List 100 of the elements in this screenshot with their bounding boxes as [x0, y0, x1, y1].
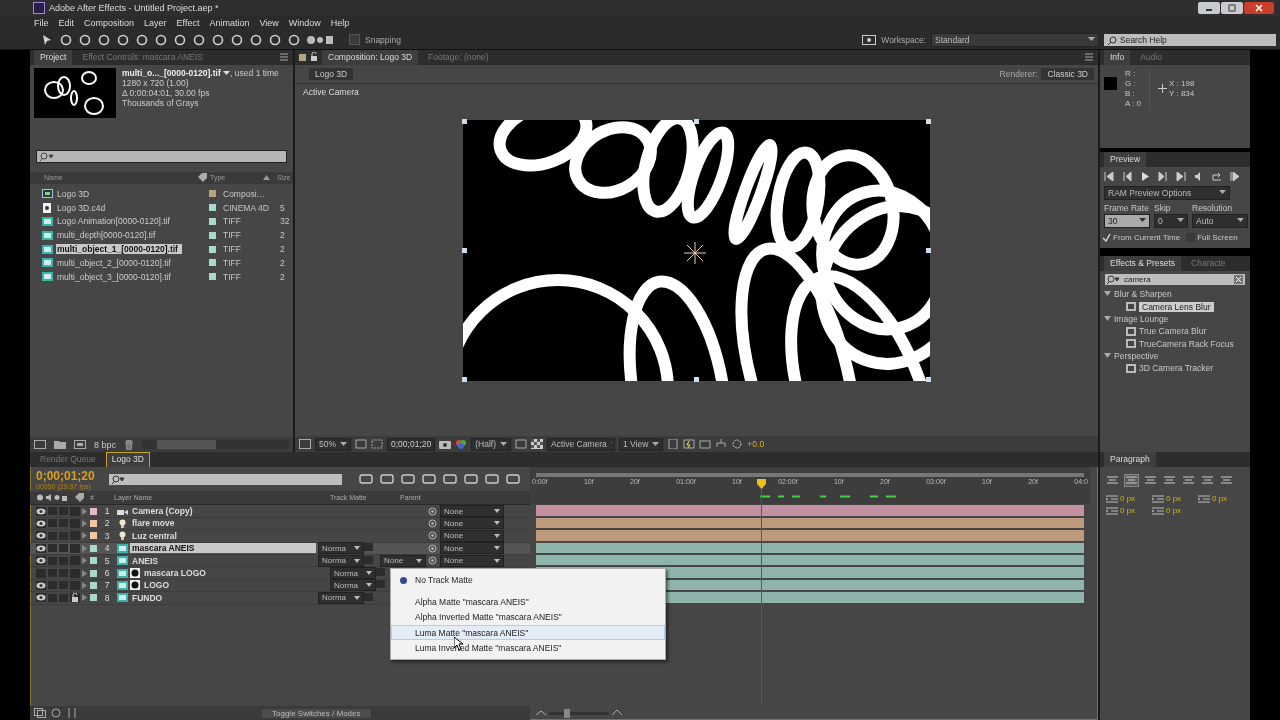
- blend-mode-dropdown[interactable]: Norma: [330, 567, 376, 580]
- panel-menu-icon[interactable]: [1082, 53, 1094, 62]
- blend-mode-dropdown[interactable]: Norma: [330, 579, 376, 592]
- layer-name[interactable]: Luz central: [130, 530, 316, 541]
- indent-field[interactable]: 0 px: [1166, 506, 1182, 516]
- menu-item[interactable]: Alpha Inverted Matte "mascara ANEIS": [391, 609, 665, 625]
- toggle-switches-modes-button[interactable]: Toggle Switches / Modes: [262, 708, 371, 718]
- parent-dropdown[interactable]: None: [440, 517, 504, 530]
- label-color-swatch[interactable]: [90, 569, 97, 577]
- visibility-switch[interactable]: [36, 580, 46, 590]
- checkerboard-icon[interactable]: [531, 439, 543, 450]
- first-frame-icon[interactable]: [1104, 171, 1114, 181]
- menu-item[interactable]: Luma Inverted Matte "mascara ANEIS": [391, 640, 665, 656]
- project-item[interactable]: Logo 3D.c4d: [56, 202, 206, 213]
- visibility-switch[interactable]: [36, 593, 46, 603]
- scrollbar[interactable]: [142, 440, 289, 450]
- menu-item[interactable]: Effect: [176, 18, 200, 29]
- layer-row[interactable]: 5 ANEIS Norma None None: [30, 554, 530, 568]
- zoom-out-icon[interactable]: [536, 709, 546, 717]
- timeline-icon[interactable]: [699, 439, 712, 450]
- label-color-swatch[interactable]: [90, 557, 97, 565]
- mask-visibility-icon[interactable]: [371, 439, 383, 450]
- layer-row[interactable]: 2 flare move None: [30, 517, 530, 531]
- parent-dropdown[interactable]: None: [440, 505, 504, 518]
- layer-name[interactable]: ANEIS: [130, 555, 316, 566]
- visibility-switch[interactable]: [36, 531, 46, 541]
- resolution-dropdown[interactable]: (Half): [471, 437, 511, 451]
- safe-zones-icon[interactable]: [355, 439, 367, 450]
- alignment-button[interactable]: [1220, 475, 1233, 487]
- lock-switch[interactable]: [70, 593, 80, 603]
- label-color-swatch[interactable]: [209, 245, 216, 253]
- frame-rate-dropdown[interactable]: 30: [1104, 213, 1150, 228]
- close-button[interactable]: [1244, 2, 1274, 14]
- visibility-switch[interactable]: [36, 568, 46, 578]
- project-item[interactable]: multi_object_2_[0000-0120].tif: [56, 257, 206, 268]
- checkbox[interactable]: [1102, 232, 1111, 242]
- menu-item[interactable]: Window: [288, 18, 321, 29]
- alignment-button[interactable]: [1106, 475, 1119, 487]
- pixel-aspect-icon[interactable]: [667, 439, 680, 450]
- current-time-field[interactable]: 0;00;01;20: [387, 437, 436, 451]
- label-color-swatch[interactable]: [209, 204, 216, 212]
- panel-tab[interactable]: Paragraph: [1104, 452, 1156, 468]
- next-frame-icon[interactable]: [1158, 171, 1168, 181]
- search-field[interactable]: Search Help: [1104, 33, 1276, 46]
- label-color-swatch[interactable]: [209, 231, 216, 239]
- project-item[interactable]: multi_depth[0000-0120].tif: [56, 230, 206, 241]
- menu-item[interactable]: File: [34, 18, 49, 29]
- fast-previews-icon[interactable]: [683, 439, 696, 450]
- label-color-swatch[interactable]: [90, 594, 97, 602]
- resolution-dropdown[interactable]: Auto: [1192, 213, 1248, 228]
- label-color-swatch[interactable]: [90, 532, 97, 540]
- layer-name[interactable]: flare move: [130, 518, 316, 529]
- label-color-swatch[interactable]: [90, 519, 97, 527]
- lock-switch[interactable]: [70, 518, 80, 528]
- label-color-swatch[interactable]: [90, 507, 97, 515]
- indent-field[interactable]: 0 px: [1120, 506, 1136, 516]
- lock-switch[interactable]: [70, 556, 80, 566]
- visibility-switch[interactable]: [36, 543, 46, 553]
- playhead[interactable]: [756, 479, 766, 490]
- menu-item[interactable]: Layer: [144, 18, 167, 29]
- panel-tab[interactable]: Preview: [1104, 151, 1147, 167]
- color-channels-icon[interactable]: [455, 439, 468, 450]
- menu-item[interactable]: View: [259, 18, 279, 29]
- axis-mode-icon[interactable]: [306, 33, 334, 46]
- menu-item[interactable]: Edit: [58, 18, 75, 29]
- maximize-button[interactable]: [1221, 2, 1243, 14]
- magnification-dropdown[interactable]: 50%: [315, 437, 351, 451]
- alignment-button[interactable]: [1182, 475, 1195, 487]
- parent-dropdown[interactable]: None: [440, 542, 504, 555]
- view-layout-dropdown[interactable]: 1 View: [619, 437, 664, 451]
- layer-duration-bar[interactable]: [536, 517, 1084, 529]
- list-item[interactable]: Camera Lens Blur: [1139, 301, 1214, 312]
- label-color-swatch[interactable]: [90, 581, 97, 589]
- layer-name[interactable]: mascara ANEIS: [130, 543, 316, 554]
- footage-name[interactable]: multi_o..._[0000-0120].tif: [122, 67, 221, 78]
- lock-icon[interactable]: [310, 52, 318, 63]
- effect-category[interactable]: Perspective: [1114, 351, 1159, 362]
- alignment-button[interactable]: [1125, 475, 1138, 487]
- ram-preview-icon[interactable]: [1230, 171, 1240, 181]
- menu-item[interactable]: Composition: [84, 18, 135, 29]
- label-color-swatch[interactable]: [209, 259, 216, 267]
- effect-category[interactable]: Image Lounge: [1114, 313, 1169, 324]
- disclosure-triangle-icon[interactable]: [1104, 291, 1111, 298]
- layer-name[interactable]: mascara LOGO: [142, 568, 328, 578]
- indent-field[interactable]: 0 px: [1120, 494, 1136, 504]
- label-color-swatch[interactable]: [209, 190, 216, 198]
- panel-menu-icon[interactable]: [277, 53, 289, 62]
- list-item[interactable]: True Camera Blur: [1139, 326, 1207, 337]
- folder-icon[interactable]: [54, 440, 66, 450]
- exposure-value[interactable]: +0.0: [747, 439, 765, 450]
- menu-item[interactable]: Luma Matte "mascara ANEIS": [391, 624, 665, 641]
- play-icon[interactable]: [1140, 171, 1150, 181]
- loop-icon[interactable]: [1212, 171, 1222, 181]
- layer-name[interactable]: Camera (Copy): [130, 506, 316, 517]
- previous-frame-icon[interactable]: [1122, 171, 1132, 181]
- sort-arrow-icon[interactable]: [263, 175, 270, 181]
- alignment-button[interactable]: [1163, 475, 1176, 487]
- effect-category[interactable]: Blur & Sharpen: [1114, 289, 1172, 300]
- comp-flowchart-icon[interactable]: [34, 708, 46, 718]
- indent-field[interactable]: 0 px: [1212, 494, 1228, 504]
